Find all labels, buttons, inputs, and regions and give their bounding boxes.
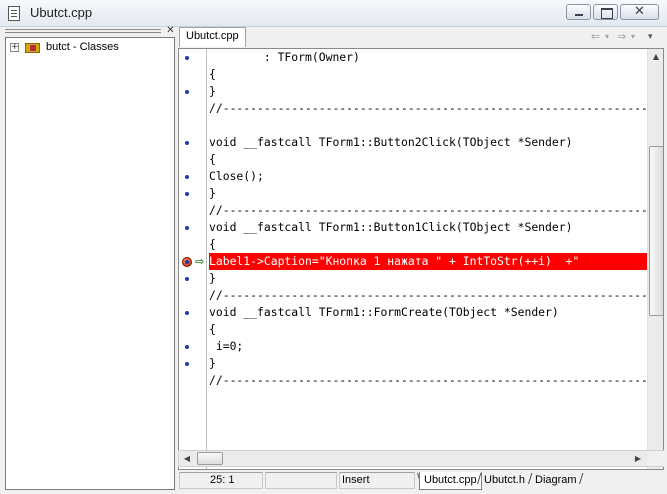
code-line[interactable]: } (209, 355, 647, 372)
class-explorer-panel: ✕ + butct - Classes (0, 26, 177, 494)
tab-diagram[interactable]: Diagram (531, 472, 581, 490)
window-title: Ubutct.cpp (30, 5, 93, 20)
code-line[interactable]: } (209, 83, 647, 100)
line-marker-dot (185, 141, 189, 145)
maximize-button[interactable] (593, 4, 618, 20)
code-line[interactable]: //--------------------------------------… (209, 202, 647, 219)
tab-ubutct-cpp[interactable]: Ubutct.cpp (179, 27, 246, 47)
execution-point-icon: ⇨ (195, 255, 205, 268)
document-icon (8, 6, 20, 21)
back-arrow-icon[interactable]: ⇐ (591, 30, 600, 43)
code-line[interactable]: : TForm(Owner) (209, 49, 647, 66)
project-folder-icon (25, 41, 40, 53)
tab-ubutct-h[interactable]: Ubutct.h (480, 472, 529, 490)
forward-arrow-icon[interactable]: ⇒ (617, 30, 626, 43)
forward-dropdown-icon[interactable]: ▾ (631, 32, 635, 41)
code-line[interactable]: { (209, 236, 647, 253)
code-line[interactable]: { (209, 151, 647, 168)
line-marker-dot (185, 192, 189, 196)
modified-indicator (265, 472, 337, 489)
line-marker-dot (185, 345, 189, 349)
code-text-area[interactable]: : TForm(Owner){}//----------------------… (209, 49, 647, 469)
tree-expand-icon[interactable]: + (10, 43, 19, 52)
code-line[interactable]: void __fastcall TForm1::Button2Click(TOb… (209, 134, 647, 151)
code-line[interactable]: { (209, 321, 647, 338)
back-dropdown-icon[interactable]: ▾ (605, 32, 609, 41)
scroll-corner (647, 451, 664, 466)
line-marker-dot (185, 362, 189, 366)
editor-tab-strip: Ubutct.cpp ⇐ ▾ ⇒ ▾ ▾ (177, 27, 667, 47)
code-frame: ⇨ : TForm(Owner){}//--------------------… (178, 48, 664, 470)
code-line[interactable]: } (209, 270, 647, 287)
current-code-line[interactable]: Label1->Caption="Кнопка 1 нажата " + Int… (209, 253, 647, 270)
tab-separator: / (579, 472, 584, 487)
code-line[interactable]: //--------------------------------------… (209, 100, 647, 117)
code-line[interactable] (209, 117, 647, 134)
code-line[interactable]: i=0; (209, 338, 647, 355)
minimize-button[interactable] (566, 4, 591, 20)
code-line[interactable]: //--------------------------------------… (209, 372, 647, 389)
code-line[interactable]: } (209, 185, 647, 202)
horizontal-scrollbar[interactable]: ◀ ▶ (178, 450, 664, 467)
scroll-right-icon[interactable]: ▶ (630, 451, 646, 466)
vertical-scrollbar[interactable]: ▲ ▼ (647, 49, 663, 469)
editor-gutter[interactable]: ⇨ (179, 49, 207, 469)
vertical-scroll-thumb[interactable] (649, 146, 663, 316)
panel-grip[interactable]: ✕ (5, 26, 176, 37)
code-line[interactable]: //--------------------------------------… (209, 287, 647, 304)
line-marker-dot (185, 260, 189, 264)
status-bar: 25: 1 Insert \ Ubutct.cpp / Ubutct.h / D… (177, 470, 667, 494)
title-bar: Ubutct.cpp (0, 0, 667, 27)
class-tree[interactable]: + butct - Classes (5, 37, 175, 490)
scroll-up-icon[interactable]: ▲ (648, 49, 663, 65)
file-view-tabs: \ Ubutct.cpp / Ubutct.h / Diagram / (417, 470, 667, 492)
line-marker-dot (185, 277, 189, 281)
line-marker-dot (185, 226, 189, 230)
tab-menu-icon[interactable]: ▾ (648, 32, 653, 42)
code-line[interactable]: void __fastcall TForm1::FormCreate(TObje… (209, 304, 647, 321)
code-line[interactable]: Close(); (209, 168, 647, 185)
close-button[interactable] (620, 4, 659, 20)
code-line[interactable]: void __fastcall TForm1::Button1Click(TOb… (209, 219, 647, 236)
cursor-position: 25: 1 (179, 472, 263, 489)
line-marker-dot (185, 56, 189, 60)
panel-close-icon[interactable]: ✕ (165, 26, 176, 37)
line-marker-dot (185, 175, 189, 179)
insert-mode-indicator: Insert (339, 472, 415, 489)
tree-item-label[interactable]: butct - Classes (46, 41, 119, 53)
horizontal-scroll-thumb[interactable] (197, 452, 223, 465)
line-marker-dot (185, 90, 189, 94)
code-editor-pane: Ubutct.cpp ⇐ ▾ ⇒ ▾ ▾ ⇨ : TForm(Owner){} /… (177, 27, 667, 494)
scroll-left-icon[interactable]: ◀ (179, 451, 195, 466)
code-line[interactable]: { (209, 66, 647, 83)
line-marker-dot (185, 311, 189, 315)
tab-ubutct-cpp-bottom[interactable]: Ubutct.cpp (419, 472, 482, 490)
